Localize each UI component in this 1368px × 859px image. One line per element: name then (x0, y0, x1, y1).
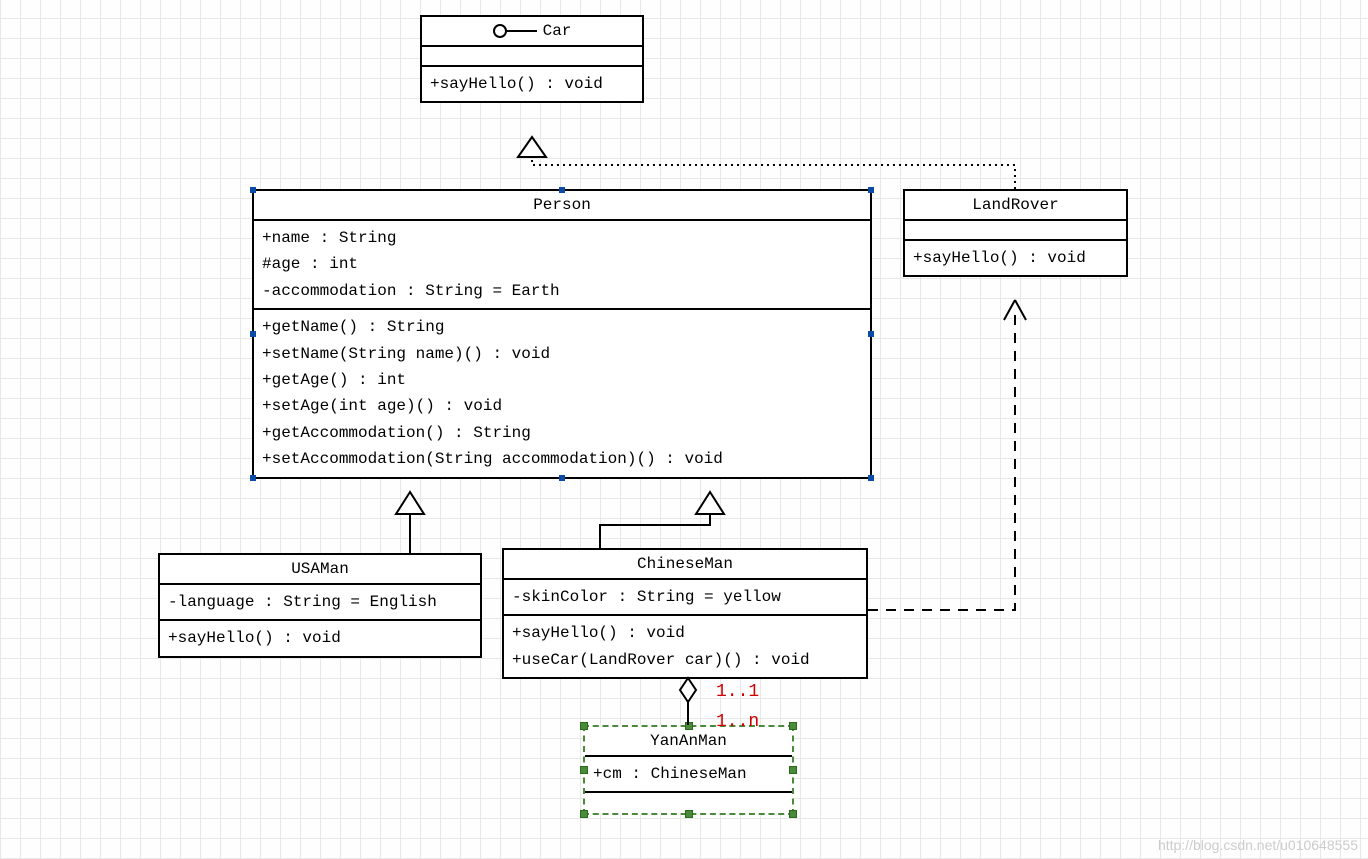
op-row: +getAccommodation() : String (262, 420, 862, 446)
class-name: Person (533, 196, 591, 214)
class-person[interactable]: Person +name : String #age : int -accomm… (252, 189, 872, 479)
class-person-attrs: +name : String #age : int -accommodation… (254, 221, 870, 310)
attr-row: +cm : ChineseMan (593, 761, 784, 787)
class-landrover-ops: +sayHello() : void (905, 241, 1126, 275)
selection-handle[interactable] (580, 722, 588, 730)
attr-row: +name : String (262, 225, 862, 251)
op-row: +sayHello() : void (512, 620, 858, 646)
class-name: USAMan (291, 560, 349, 578)
selection-handle[interactable] (250, 187, 256, 193)
attr-row: -skinColor : String = yellow (512, 584, 858, 610)
selection-handle[interactable] (868, 475, 874, 481)
class-name: YanAnMan (650, 732, 727, 750)
op-row: +sayHello() : void (913, 245, 1118, 271)
op-row: +useCar(LandRover car)() : void (512, 647, 858, 673)
class-usaman-attrs: -language : String = English (160, 585, 480, 621)
class-chineseman-attrs: -skinColor : String = yellow (504, 580, 866, 616)
op-row: +setName(String name)() : void (262, 341, 862, 367)
selection-handle[interactable] (559, 187, 565, 193)
class-chineseman-ops: +sayHello() : void +useCar(LandRover car… (504, 616, 866, 677)
class-yananman[interactable]: YanAnMan +cm : ChineseMan (583, 725, 794, 815)
selection-handle[interactable] (868, 331, 874, 337)
class-car-title: Car (422, 17, 642, 47)
class-yananman-title: YanAnMan (585, 727, 792, 757)
op-row: +setAccommodation(String accommodation)(… (262, 446, 862, 472)
class-landrover-title: LandRover (905, 191, 1126, 221)
class-landrover[interactable]: LandRover +sayHello() : void (903, 189, 1128, 277)
op-row: +getName() : String (262, 314, 862, 340)
multiplicity-label: 1..1 (716, 682, 759, 702)
op-row: +setAge(int age)() : void (262, 393, 862, 419)
class-usaman-title: USAMan (160, 555, 480, 585)
selection-handle[interactable] (789, 722, 797, 730)
attr-row: #age : int (262, 251, 862, 277)
class-name: LandRover (972, 196, 1058, 214)
selection-handle[interactable] (559, 475, 565, 481)
class-name: ChineseMan (637, 555, 733, 573)
class-usaman[interactable]: USAMan -language : String = English +say… (158, 553, 482, 658)
attr-row: -language : String = English (168, 589, 472, 615)
watermark-text: http://blog.csdn.net/u010648555 (1158, 837, 1358, 853)
class-person-ops: +getName() : String +setName(String name… (254, 310, 870, 476)
selection-handle[interactable] (789, 810, 797, 818)
selection-handle[interactable] (685, 722, 693, 730)
class-car-ops: +sayHello() : void (422, 67, 642, 101)
class-car-attrs (422, 47, 642, 67)
interface-lollipop-icon (493, 24, 537, 38)
op-row: +sayHello() : void (168, 625, 472, 651)
class-chineseman-title: ChineseMan (504, 550, 866, 580)
selection-handle[interactable] (250, 475, 256, 481)
selection-handle[interactable] (868, 187, 874, 193)
class-car[interactable]: Car +sayHello() : void (420, 15, 644, 103)
op-row: +getAge() : int (262, 367, 862, 393)
multiplicity-label: 1..n (716, 712, 759, 732)
selection-handle[interactable] (580, 766, 588, 774)
selection-handle[interactable] (685, 810, 693, 818)
selection-handle[interactable] (789, 766, 797, 774)
class-usaman-ops: +sayHello() : void (160, 621, 480, 655)
class-person-title: Person (254, 191, 870, 221)
class-chineseman[interactable]: ChineseMan -skinColor : String = yellow … (502, 548, 868, 679)
attr-row: -accommodation : String = Earth (262, 278, 862, 304)
op-row: +sayHello() : void (430, 71, 634, 97)
class-landrover-attrs (905, 221, 1126, 241)
selection-handle[interactable] (250, 331, 256, 337)
selection-handle[interactable] (580, 810, 588, 818)
class-name: Car (543, 22, 572, 40)
class-yananman-attrs: +cm : ChineseMan (585, 757, 792, 793)
